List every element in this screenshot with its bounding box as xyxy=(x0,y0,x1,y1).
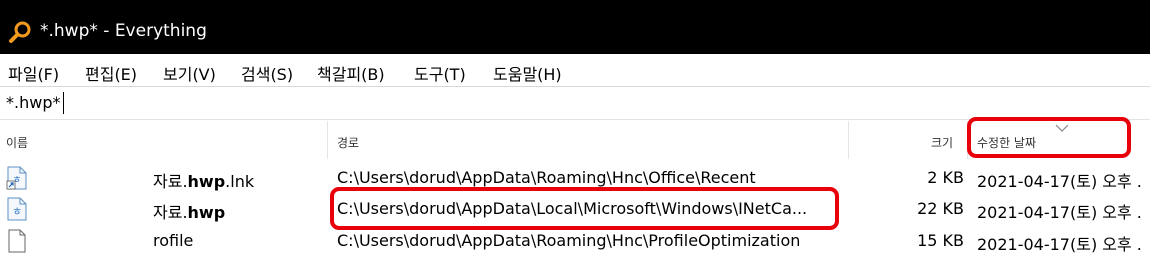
file-name: 자료.hwp xyxy=(153,203,226,222)
menu-search[interactable]: 검색(S) xyxy=(241,61,293,85)
column-header-path[interactable]: 경로 xyxy=(337,134,359,151)
file-name: rofile xyxy=(153,231,194,250)
modified-column-highlight xyxy=(967,117,1131,158)
menu-bookmarks[interactable]: 책갈피(B) xyxy=(317,61,385,85)
file-path: C:\Users\dorud\AppData\Roaming\Hnc\Profi… xyxy=(337,231,801,250)
svg-text:ㅎ: ㅎ xyxy=(12,205,22,218)
file-size: 22 KB xyxy=(917,199,964,218)
shortcut-hwp-icon: ㅎ xyxy=(6,166,27,190)
search-input[interactable]: *.hwp* xyxy=(0,86,1150,120)
title-bar: *.hwp* - Everything xyxy=(0,0,1150,54)
text-caret xyxy=(63,92,64,114)
file-size: 15 KB xyxy=(917,231,964,250)
column-divider[interactable] xyxy=(848,121,849,159)
column-header-name[interactable]: 이름 xyxy=(6,134,28,151)
file-name: 자료.hwp.lnk xyxy=(153,172,255,191)
window-title: *.hwp* - Everything xyxy=(40,21,207,41)
file-modified: 2021-04-17(토) 오후 . xyxy=(977,203,1142,222)
hwp-document-icon: ㅎ xyxy=(7,197,27,221)
path-highlight xyxy=(330,187,839,230)
blank-file-icon xyxy=(8,229,26,253)
column-header-size[interactable]: 크기 xyxy=(931,134,953,151)
menu-file[interactable]: 파일(F) xyxy=(8,61,59,85)
menu-edit[interactable]: 편집(E) xyxy=(85,61,137,85)
file-modified: 2021-04-17(토) 오후 . xyxy=(977,172,1142,191)
file-path: C:\Users\dorud\AppData\Roaming\Hnc\Offic… xyxy=(337,168,756,187)
menu-bar: 파일(F) 편집(E) 보기(V) 검색(S) 책갈피(B) 도구(T) 도움말… xyxy=(0,54,1150,86)
file-modified: 2021-04-17(토) 오후 . xyxy=(977,235,1142,254)
menu-help[interactable]: 도움말(H) xyxy=(493,61,562,85)
search-magnifier-icon xyxy=(9,21,31,43)
menu-view[interactable]: 보기(V) xyxy=(163,61,216,85)
file-size: 2 KB xyxy=(927,168,964,187)
column-divider[interactable] xyxy=(327,121,328,159)
search-input-value: *.hwp* xyxy=(6,93,61,112)
menu-tools[interactable]: 도구(T) xyxy=(414,61,466,85)
